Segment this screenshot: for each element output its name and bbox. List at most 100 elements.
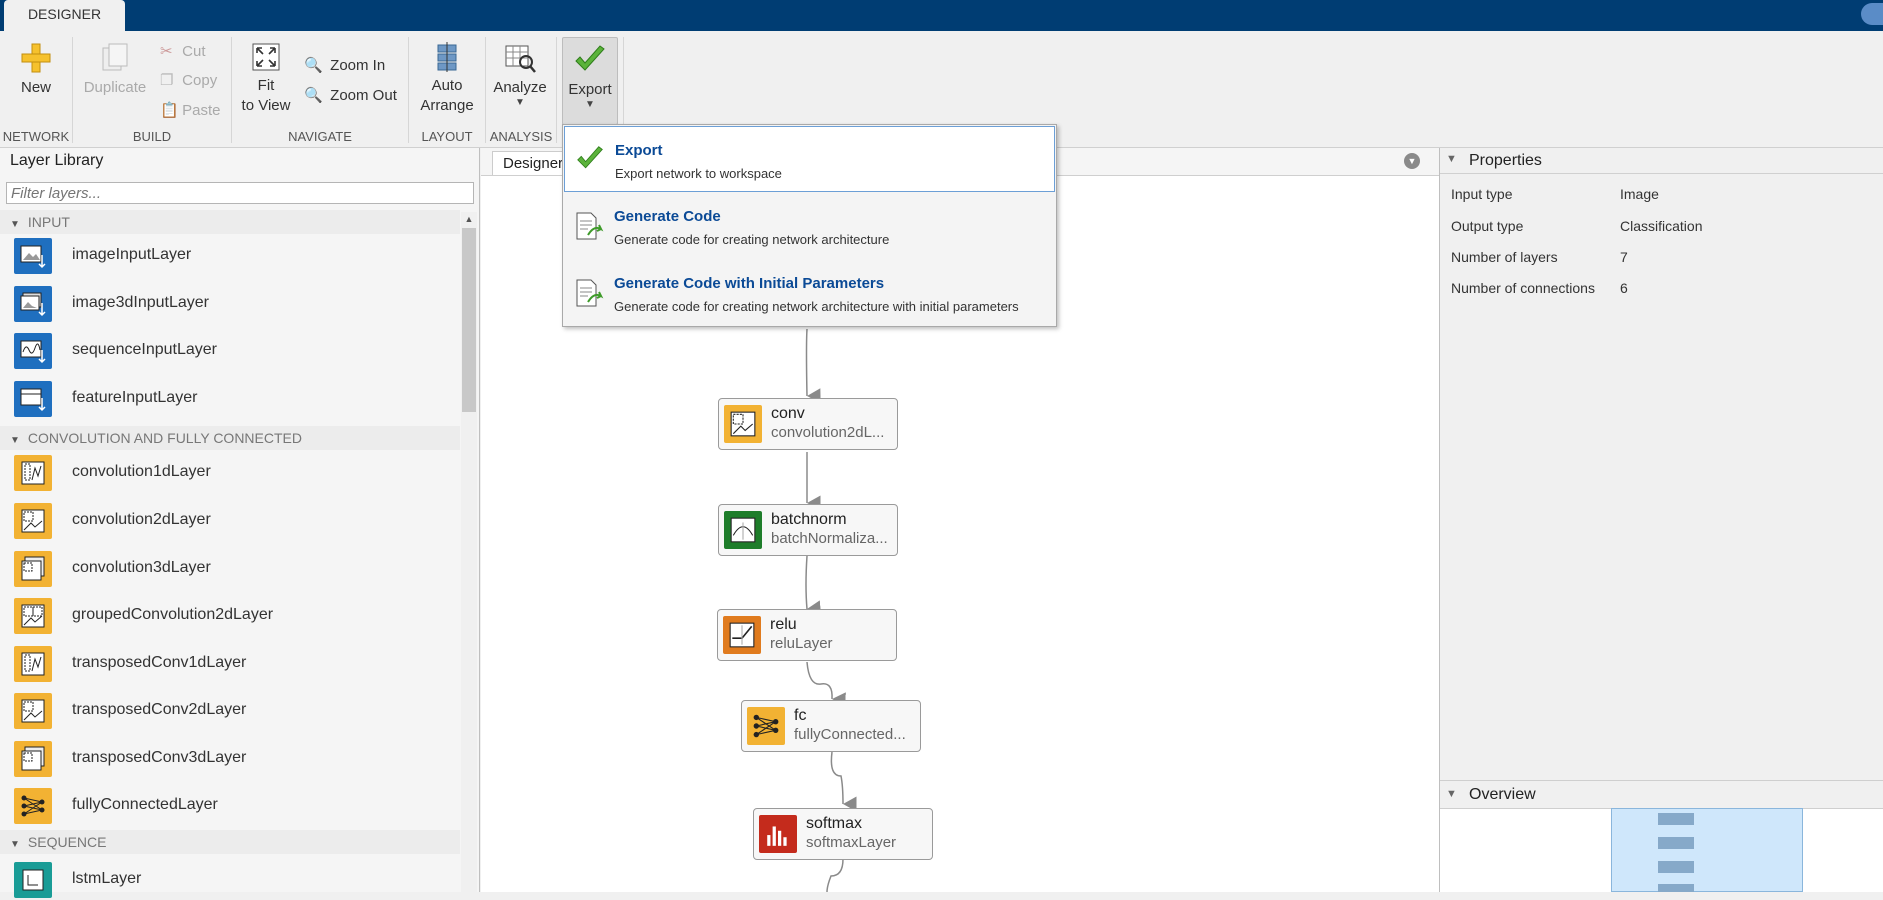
layer-label: transposedConv2dLayer [72,701,247,718]
collapse-triangle-icon[interactable]: ▼ [1446,788,1457,800]
paste-label: Paste [182,102,221,119]
section-layout: LAYOUT [421,129,473,144]
category-input[interactable]: ▼ INPUT [0,210,460,234]
layer-item[interactable]: image3dInputLayer [14,284,464,324]
layer-item[interactable]: sequenceInputLayer [14,331,464,371]
new-button-label: New [20,79,51,96]
feature-input-icon [14,381,52,417]
auto-arrange-button[interactable]: Auto Arrange [414,42,480,122]
menu-item-title: Export [615,142,663,159]
layer-item[interactable]: fullyConnectedLayer [14,786,464,826]
layer-item[interactable]: transposedConv3dLayer [14,739,464,779]
image-3d-input-icon [14,286,52,322]
menu-item-generate-code[interactable]: Generate Code Generate code for creating… [564,193,1055,259]
duplicate-icon [102,43,128,71]
layer-item[interactable]: imageInputLayer [14,236,464,276]
node-type: batchNormaliza... [771,530,888,547]
overview-layer-mark [1658,884,1694,892]
export-caret-icon[interactable]: ▼ [563,100,617,110]
layer-node-relu[interactable]: relu reluLayer [717,609,897,661]
checkmark-icon [577,146,603,169]
overview-header[interactable]: ▼ Overview [1440,780,1883,808]
scroll-up-icon[interactable]: ▲ [462,212,476,226]
node-type: reluLayer [770,635,833,652]
collapse-triangle-icon[interactable]: ▼ [1446,153,1457,165]
properties-header[interactable]: ▼ Properties [1440,148,1883,174]
convolution-2d-icon [14,503,52,539]
menu-item-description: Generate code for creating network archi… [614,299,1019,314]
layer-node-fc[interactable]: fc fullyConnected... [741,700,921,752]
new-button[interactable]: New [8,42,64,104]
property-value: 7 [1620,249,1628,265]
overview-viewport[interactable] [1611,808,1803,892]
layer-label: convolution3dLayer [72,559,211,576]
layer-label: convolution2dLayer [72,511,211,528]
library-scrollbar-thumb[interactable] [462,228,476,412]
category-sequence[interactable]: ▼ SEQUENCE [0,830,460,854]
layer-label: imageInputLayer [72,246,192,263]
menu-item-export[interactable]: Export Export network to workspace [564,126,1055,192]
node-type: convolution2dL... [771,424,885,441]
property-key: Output type [1451,218,1524,234]
layer-node-softmax[interactable]: softmax softmaxLayer [753,808,933,860]
category-convolution[interactable]: ▼ CONVOLUTION AND FULLY CONNECTED [0,426,460,450]
image-input-icon [14,238,52,274]
fit-to-view-button[interactable]: Fit to View [238,42,294,122]
auto-label-2: Arrange [420,97,474,114]
duplicate-button[interactable]: Duplicate [80,42,150,104]
filter-layers-input[interactable] [6,182,474,204]
node-name: conv [771,405,805,422]
zoom-out-button[interactable]: 🔍 Zoom Out [304,86,397,106]
section-network: NETWORK [2,129,70,144]
export-label: Export [568,81,612,98]
cut-button[interactable]: ✂ Cut [160,42,206,62]
paste-icon: 📋 [160,102,179,119]
layer-item[interactable]: convolution1dLayer [14,453,464,493]
layer-label: lstmLayer [72,870,142,887]
title-bar [0,0,1883,31]
collapse-triangle-icon: ▼ [10,839,20,850]
zoom-in-icon: 🔍 [304,57,323,74]
category-label: CONVOLUTION AND FULLY CONNECTED [27,430,302,446]
node-name: relu [770,616,797,633]
layer-item[interactable]: featureInputLayer [14,379,464,419]
help-icon[interactable] [1861,3,1883,25]
analyze-button[interactable]: Analyze ▼ [490,42,550,122]
layer-item[interactable]: transposedConv1dLayer [14,644,464,684]
document-menu-icon[interactable]: ▼ [1404,153,1420,169]
separator [408,37,409,143]
auto-arrange-icon [437,42,457,72]
separator [72,37,73,143]
layer-item[interactable]: groupedConvolution2dLayer [14,596,464,636]
layer-node-batchnorm[interactable]: batchnorm batchNormaliza... [718,504,898,556]
paste-button[interactable]: 📋 Paste [160,101,221,121]
zoom-out-icon: 🔍 [304,87,323,104]
generate-code-icon [576,279,604,307]
category-label: SEQUENCE [27,834,107,850]
properties-title: Properties [1469,152,1542,169]
overview-layer-mark [1658,861,1694,873]
layer-node-conv[interactable]: conv convolution2dL... [718,398,898,450]
cut-label: Cut [182,43,206,60]
collapse-triangle-icon: ▼ [10,219,20,230]
category-label: INPUT [27,214,70,230]
layer-label: transposedConv3dLayer [72,749,247,766]
tab-designer[interactable]: DESIGNER [4,0,125,31]
transposed-conv-2d-icon [14,693,52,729]
separator [556,37,557,143]
export-button[interactable]: Export ▼ [562,37,618,125]
layer-item[interactable]: transposedConv2dLayer [14,691,464,731]
copy-button[interactable]: ❐ Copy [160,71,217,91]
zoom-in-button[interactable]: 🔍 Zoom In [304,56,385,76]
convolution-3d-icon [14,551,52,587]
menu-item-generate-code-with-parameters[interactable]: Generate Code with Initial Parameters Ge… [564,260,1055,326]
analyze-caret-icon[interactable]: ▼ [490,98,550,108]
softmax-icon [759,815,797,853]
layer-item[interactable]: lstmLayer [14,860,464,900]
layer-item[interactable]: convolution3dLayer [14,549,464,589]
property-value: Classification [1620,218,1703,234]
layer-item[interactable]: convolution2dLayer [14,501,464,541]
batch-normalization-icon [724,511,762,549]
tab-designer-canvas[interactable]: Designer [492,151,572,175]
zoom-in-label: Zoom In [330,57,386,74]
